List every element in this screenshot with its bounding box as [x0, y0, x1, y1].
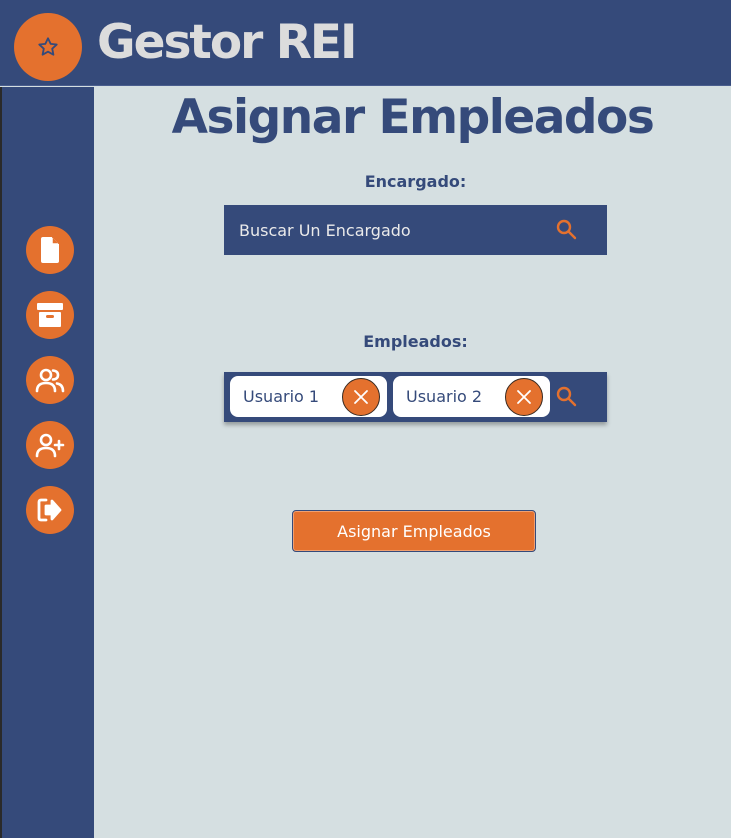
employee-tag: Usuario 2 [393, 376, 550, 417]
logout-icon [37, 498, 62, 522]
sidebar-item-add-user[interactable] [26, 421, 74, 469]
users-icon [35, 368, 65, 393]
add-user-icon [35, 433, 65, 458]
search-icon[interactable] [555, 385, 579, 409]
encargado-search [224, 205, 607, 255]
sidebar [0, 87, 94, 838]
encargado-label: Encargado: [364, 172, 467, 191]
star-icon [38, 37, 58, 56]
assign-employees-button[interactable]: Asignar Empleados [292, 510, 536, 552]
employee-tag-label: Usuario 1 [243, 387, 320, 406]
close-icon [517, 390, 531, 404]
document-icon [41, 237, 59, 263]
app-header: Gestor REI [0, 0, 731, 86]
empleados-tag-input[interactable]: Usuario 1 Usuario 2 [224, 372, 607, 422]
sidebar-item-archive[interactable] [26, 291, 74, 339]
remove-tag-button[interactable] [505, 378, 543, 416]
employee-tag: Usuario 1 [230, 376, 387, 417]
search-icon[interactable] [555, 218, 579, 242]
sidebar-item-logout[interactable] [26, 486, 74, 534]
logo-button[interactable] [14, 13, 82, 81]
remove-tag-button[interactable] [342, 378, 380, 416]
app-title: Gestor REI [97, 15, 358, 70]
sidebar-item-documents[interactable] [26, 226, 74, 274]
empleados-label: Empleados: [363, 332, 468, 351]
sidebar-item-users[interactable] [26, 356, 74, 404]
archive-icon [37, 303, 63, 327]
employee-tag-label: Usuario 2 [406, 387, 483, 406]
close-icon [354, 390, 368, 404]
page-title: Asignar Empleados [171, 90, 655, 145]
encargado-search-input[interactable] [224, 205, 554, 255]
